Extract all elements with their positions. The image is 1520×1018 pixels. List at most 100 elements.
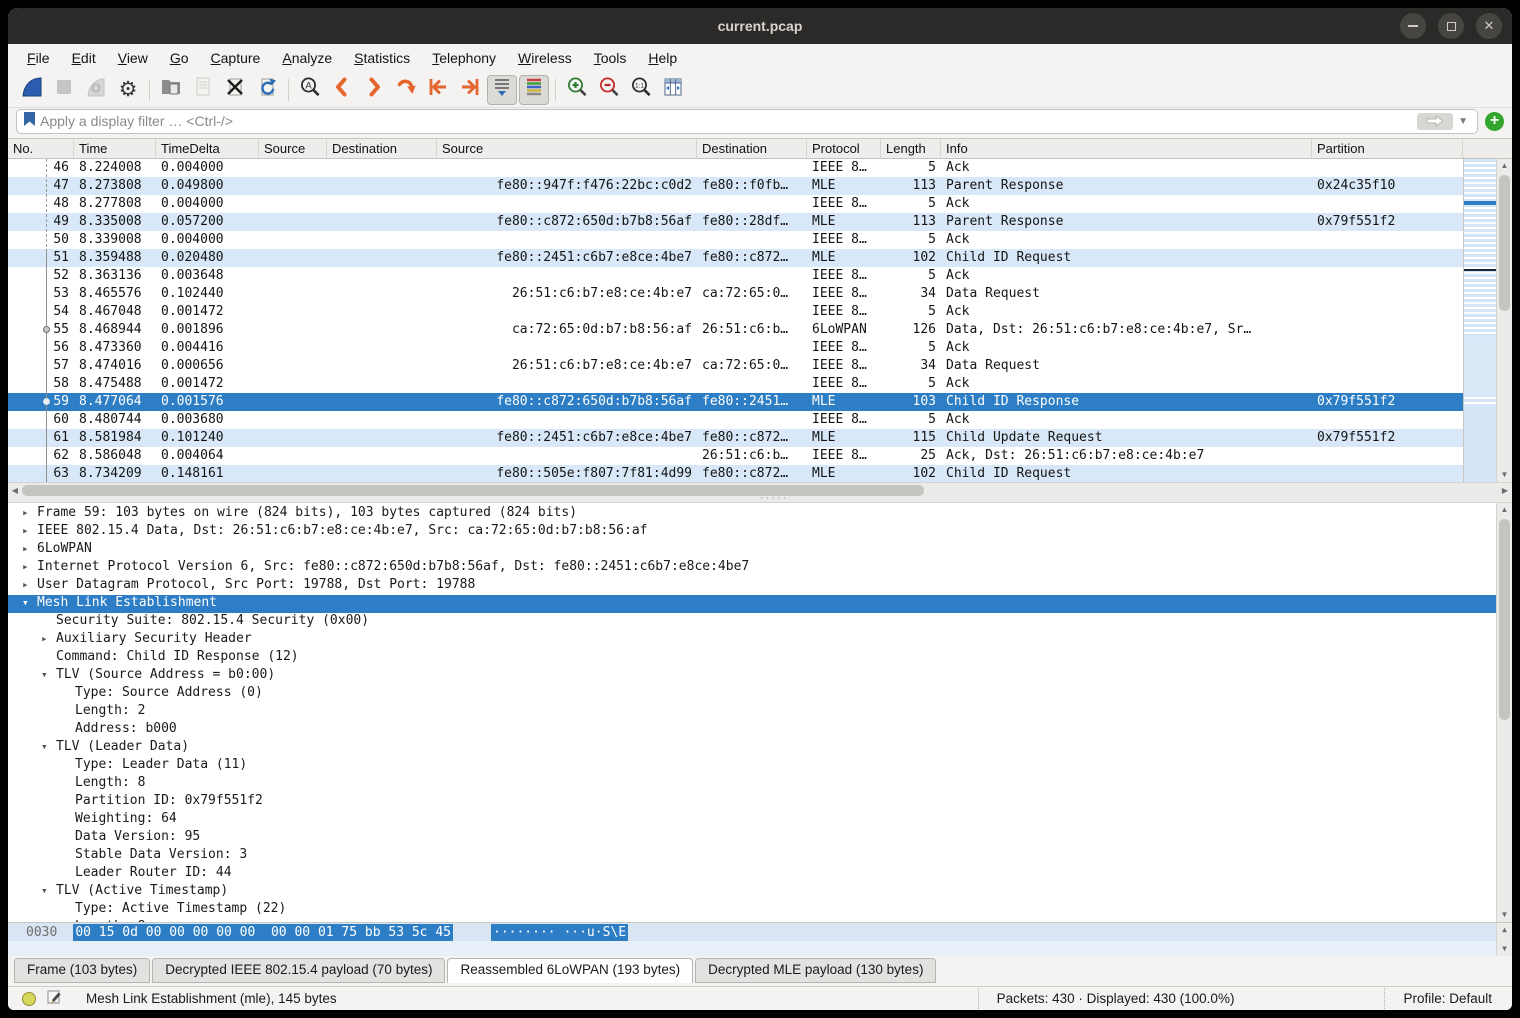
go-last-button[interactable] [455, 75, 485, 105]
maximize-button[interactable] [1438, 13, 1464, 39]
detail-row[interactable]: ▸Frame 59: 103 bytes on wire (824 bits),… [8, 505, 1496, 523]
find-packet-button[interactable]: A [295, 75, 325, 105]
menu-view[interactable]: View [107, 44, 159, 72]
detail-row[interactable]: Command: Child ID Response (12) [8, 649, 1496, 667]
column-header-source[interactable]: Source [259, 139, 327, 158]
packet-row-60[interactable]: 608.4807440.003680IEEE 8…5Ack [8, 411, 1463, 429]
scroll-down-icon[interactable]: ▼ [1497, 908, 1512, 922]
scroll-up-icon[interactable]: ▲ [1497, 923, 1512, 937]
packet-row-51[interactable]: 518.3594880.020480fe80::2451:c6b7:e8ce:4… [8, 249, 1463, 267]
detail-row[interactable]: Leader Router ID: 44 [8, 865, 1496, 883]
packet-row-54[interactable]: 548.4670480.001472IEEE 8…5Ack [8, 303, 1463, 321]
apply-filter-button[interactable] [1417, 113, 1453, 130]
detail-row[interactable]: ▸6LoWPAN [8, 541, 1496, 559]
detail-row[interactable]: Length: 8 [8, 775, 1496, 793]
detail-row[interactable]: Type: Source Address (0) [8, 685, 1496, 703]
column-header-timedelta[interactable]: TimeDelta [156, 139, 259, 158]
packet-row-56[interactable]: 568.4733600.004416IEEE 8…5Ack [8, 339, 1463, 357]
hex-bytes-selected[interactable]: 00 15 0d 00 00 00 00 00 00 00 01 75 bb 5… [73, 924, 453, 941]
menu-go[interactable]: Go [159, 44, 200, 72]
zoom-original-button[interactable]: 1:1 [626, 75, 656, 105]
packet-row-63[interactable]: 638.7342090.148161fe80::505e:f807:7f81:4… [8, 465, 1463, 482]
close-button[interactable]: ✕ [1476, 13, 1502, 39]
packet-row-62[interactable]: 628.5860480.00406426:51:c6:b…IEEE 8…25Ac… [8, 447, 1463, 465]
detail-row[interactable]: ▸Internet Protocol Version 6, Src: fe80:… [8, 559, 1496, 577]
menu-edit[interactable]: Edit [61, 44, 107, 72]
detail-row[interactable]: Security Suite: 802.15.4 Security (0x00) [8, 613, 1496, 631]
detail-row[interactable]: Type: Leader Data (11) [8, 757, 1496, 775]
start-capture-button[interactable] [17, 75, 47, 105]
expand-icon[interactable]: ▸ [22, 506, 37, 519]
capture-comment-icon[interactable] [46, 989, 62, 1008]
menu-help[interactable]: Help [637, 44, 688, 72]
menu-tools[interactable]: Tools [583, 44, 638, 72]
close-file-button[interactable] [220, 75, 250, 105]
go-to-packet-button[interactable] [391, 75, 421, 105]
bookmark-icon[interactable] [23, 111, 36, 132]
column-header-protocol[interactable]: Protocol [807, 139, 881, 158]
bytes-vscrollbar[interactable]: ▲ ▼ [1496, 923, 1512, 956]
go-back-button[interactable] [327, 75, 357, 105]
hex-row[interactable]: 0030 00 15 0d 00 00 00 00 00 00 00 01 75… [8, 923, 1512, 941]
packet-row-53[interactable]: 538.4655760.10244026:51:c6:b7:e8:ce:4b:e… [8, 285, 1463, 303]
detail-row[interactable]: ▸Auxiliary Security Header [8, 631, 1496, 649]
expand-icon[interactable]: ▸ [22, 542, 37, 555]
expand-icon[interactable]: ▸ [41, 632, 56, 645]
packet-row-49[interactable]: 498.3350080.057200fe80::c872:650d:b7b8:5… [8, 213, 1463, 231]
scroll-up-icon[interactable]: ▲ [1497, 159, 1512, 173]
packet-row-59[interactable]: 598.4770640.001576fe80::c872:650d:b7b8:5… [8, 393, 1463, 411]
hex-ascii-selected[interactable]: ········ ···u·S\E [491, 924, 628, 941]
packet-row-48[interactable]: 488.2778080.004000IEEE 8…5Ack [8, 195, 1463, 213]
packet-row-50[interactable]: 508.3390080.004000IEEE 8…5Ack [8, 231, 1463, 249]
column-header-destination[interactable]: Destination [697, 139, 807, 158]
expand-icon[interactable]: ▸ [22, 524, 37, 537]
scroll-up-icon[interactable]: ▲ [1497, 503, 1512, 517]
byte-tab-reassembled-6lowpan-193-bytes[interactable]: Reassembled 6LoWPAN (193 bytes) [447, 958, 693, 983]
expert-info-icon[interactable] [22, 992, 36, 1006]
detail-row[interactable]: ▸IEEE 802.15.4 Data, Dst: 26:51:c6:b7:e8… [8, 523, 1496, 541]
go-forward-button[interactable] [359, 75, 389, 105]
capture-options-button[interactable]: ⚙ [113, 75, 143, 105]
collapse-icon[interactable]: ▾ [41, 884, 56, 897]
menu-wireless[interactable]: Wireless [507, 44, 583, 72]
reload-file-button[interactable] [252, 75, 282, 105]
auto-scroll-button[interactable] [487, 75, 517, 105]
packet-row-58[interactable]: 588.4754880.001472IEEE 8…5Ack [8, 375, 1463, 393]
minimize-button[interactable] [1400, 13, 1426, 39]
packet-row-46[interactable]: 468.2240080.004000IEEE 8…5Ack [8, 159, 1463, 177]
go-first-button[interactable] [423, 75, 453, 105]
zoom-in-button[interactable] [562, 75, 592, 105]
profile-status[interactable]: Profile: Default [1384, 988, 1512, 1009]
packet-row-55[interactable]: 558.4689440.001896ca:72:65:0d:b7:b8:56:a… [8, 321, 1463, 339]
detail-row[interactable]: Weighting: 64 [8, 811, 1496, 829]
packet-row-57[interactable]: 578.4740160.00065626:51:c6:b7:e8:ce:4b:e… [8, 357, 1463, 375]
details-vscrollbar[interactable]: ▲ ▼ [1496, 503, 1512, 922]
display-filter-input[interactable] [40, 113, 1417, 129]
detail-row[interactable]: Data Version: 95 [8, 829, 1496, 847]
intelligent-scrollbar-minimap[interactable] [1463, 159, 1496, 482]
detail-row[interactable]: ▾Mesh Link Establishment [8, 595, 1496, 613]
column-header-source[interactable]: Source [437, 139, 697, 158]
detail-row[interactable]: ▾TLV (Source Address = b0:00) [8, 667, 1496, 685]
scroll-down-icon[interactable]: ▼ [1497, 942, 1512, 956]
detail-row[interactable]: Address: b000 [8, 721, 1496, 739]
column-header-no[interactable]: No. [8, 139, 74, 158]
menu-capture[interactable]: Capture [200, 44, 272, 72]
detail-row[interactable]: Partition ID: 0x79f551f2 [8, 793, 1496, 811]
detail-row[interactable]: Length: 2 [8, 703, 1496, 721]
expand-icon[interactable]: ▸ [22, 578, 37, 591]
packet-row-47[interactable]: 478.2738080.049800fe80::947f:f476:22bc:c… [8, 177, 1463, 195]
packet-row-52[interactable]: 528.3631360.003648IEEE 8…5Ack [8, 267, 1463, 285]
byte-tab-decrypted-ieee-802-15-4-payload-70-bytes[interactable]: Decrypted IEEE 802.15.4 payload (70 byte… [152, 958, 445, 983]
scroll-down-icon[interactable]: ▼ [1497, 468, 1512, 482]
collapse-icon[interactable]: ▾ [22, 596, 37, 609]
packet-list-vscrollbar[interactable]: ▲ ▼ [1496, 159, 1512, 482]
detail-row[interactable]: ▾TLV (Active Timestamp) [8, 883, 1496, 901]
menu-file[interactable]: File [16, 44, 61, 72]
packet-row-61[interactable]: 618.5819840.101240fe80::2451:c6b7:e8ce:4… [8, 429, 1463, 447]
detail-row[interactable]: Stable Data Version: 3 [8, 847, 1496, 865]
collapse-icon[interactable]: ▾ [41, 740, 56, 753]
column-header-info[interactable]: Info [941, 139, 1312, 158]
menu-telephony[interactable]: Telephony [421, 44, 507, 72]
collapse-icon[interactable]: ▾ [41, 668, 56, 681]
